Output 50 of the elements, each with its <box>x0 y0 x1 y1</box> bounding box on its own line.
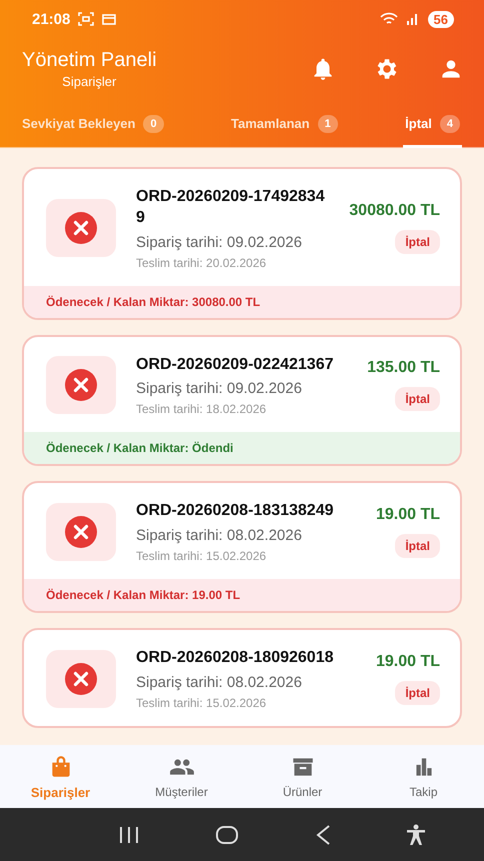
order-amount: 19.00 TL <box>376 506 440 524</box>
status-badge: İptal <box>395 230 440 254</box>
accessibility-icon[interactable] <box>406 824 426 846</box>
wifi-icon <box>380 12 398 26</box>
order-date: Sipariş tarihi: 09.02.2026 <box>136 380 303 398</box>
nav-item[interactable]: Takip <box>368 753 478 800</box>
order-date: Sipariş tarihi: 09.02.2026 <box>136 234 303 251</box>
nav-item[interactable]: Müşteriler <box>126 753 236 800</box>
nav-item[interactable]: Ürünler <box>248 753 358 800</box>
cancel-icon <box>65 369 97 402</box>
order-number: ORD-20260209-174928349 <box>136 187 326 228</box>
status-badge: İptal <box>395 681 440 706</box>
order-number: ORD-20260208-183138249 <box>136 501 334 522</box>
order-number: ORD-20260209-022421367 <box>136 354 334 375</box>
balance-bar: Ödenecek / Kalan Miktar: Ödendi <box>24 432 460 464</box>
back-icon[interactable] <box>314 824 331 844</box>
signal-icon <box>406 13 420 25</box>
status-badge: İptal <box>395 534 440 558</box>
balance-bar: Ödenecek / Kalan Miktar: 30080.00 TL <box>24 286 460 318</box>
tab-count: 4 <box>440 114 460 132</box>
order-number: ORD-20260208-180926018 <box>136 648 334 668</box>
app-title: Yönetim Paneli <box>22 49 157 72</box>
order-card[interactable]: ORD-20260208-180926018 Sipariş tarihi: 08.02.2026 Teslim tarihi: 15.02.2026 19.00 TL İptal <box>22 628 462 728</box>
cancel-icon <box>65 212 97 244</box>
delivery-date: Teslim tarihi: 20.02.2026 <box>136 256 268 270</box>
recent-apps-icon[interactable] <box>118 826 140 844</box>
order-date: Sipariş tarihi: 08.02.2026 <box>136 527 303 544</box>
order-amount: 135.00 TL <box>367 359 440 378</box>
delivery-date: Teslim tarihi: 15.02.2026 <box>136 696 268 710</box>
tab-count: 0 <box>143 114 164 132</box>
order-amount: 19.00 TL <box>376 653 440 672</box>
order-card[interactable]: ORD-20260209-022421367 Sipariş tarihi: 09.02.2026 Teslim tarihi: 18.02.2026 135.00 TL İptal Ödenecek / Kalan Miktar: Ödendi <box>22 334 462 466</box>
battery-level: 56 <box>428 10 454 28</box>
status-tab[interactable]: İptal 4 <box>403 100 462 148</box>
tab-count: 1 <box>318 114 338 132</box>
page-subtitle: Siparişler <box>62 74 116 89</box>
card-icon <box>102 14 116 24</box>
cancel-icon <box>65 516 97 548</box>
cancel-icon <box>65 663 97 696</box>
delivery-date: Teslim tarihi: 18.02.2026 <box>136 402 268 416</box>
order-card[interactable]: ORD-20260208-183138249 Sipariş tarihi: 08.02.2026 Teslim tarihi: 15.02.2026 19.00 TL İptal Ödenecek / Kalan Miktar: 19.00 TL <box>22 481 462 614</box>
order-date: Sipariş tarihi: 08.02.2026 <box>136 674 303 691</box>
clock-time: 21:08 <box>32 10 70 28</box>
order-amount: 30080.00 TL <box>349 202 440 220</box>
balance-bar: Ödenecek / Kalan Miktar: 19.00 TL <box>24 579 460 612</box>
screenshot-icon <box>78 12 94 26</box>
status-badge: İptal <box>395 387 440 412</box>
order-card[interactable]: ORD-20260209-174928349 Sipariş tarihi: 09.02.2026 Teslim tarihi: 20.02.2026 30080.00 TL İptal Ödenecek / Kalan Miktar: 30080.00 TL <box>22 167 462 320</box>
home-icon[interactable] <box>215 824 240 844</box>
delivery-date: Teslim tarihi: 15.02.2026 <box>136 549 268 564</box>
